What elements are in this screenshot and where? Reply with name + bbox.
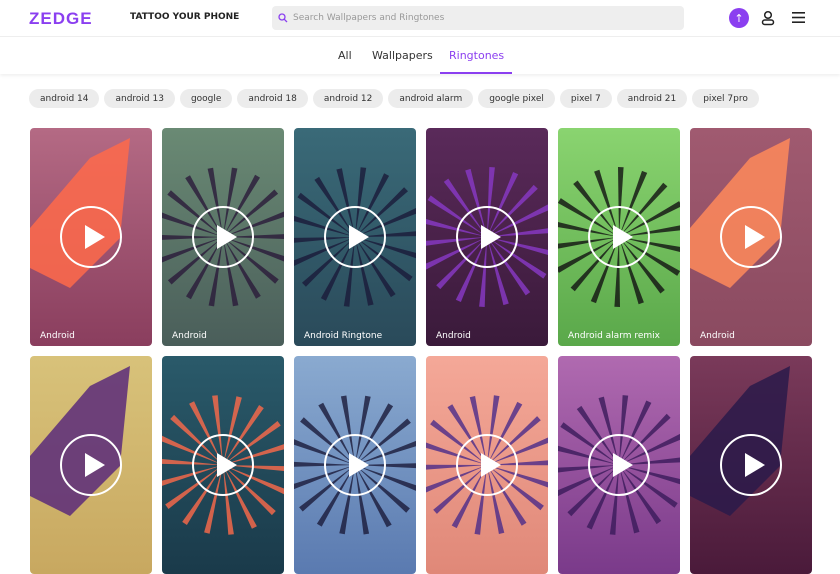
tagline: TATTOO YOUR PHONE [130,12,240,22]
arrow-up-icon: ↑ [734,11,744,25]
ringtone-grid: Android Android Android Ringtone Android… [30,128,812,574]
tag-chip[interactable]: google [179,89,233,108]
tag-chip[interactable]: pixel 7 [559,89,612,108]
ringtone-card[interactable]: Android [426,128,548,346]
tag-chip[interactable]: android 18 [237,89,308,108]
tag-chip[interactable]: android alarm [388,89,474,108]
tag-chip[interactable]: google pixel [478,89,555,108]
card-title: Android [172,331,207,341]
play-button[interactable] [720,206,782,268]
card-title: Android [700,331,735,341]
play-button[interactable] [192,434,254,496]
play-button[interactable] [324,434,386,496]
play-button[interactable] [456,434,518,496]
tab-all[interactable]: All [338,49,352,62]
play-button[interactable] [192,206,254,268]
category-tabs: All Wallpapers Ringtones [0,37,840,74]
play-button[interactable] [60,206,122,268]
tag-chips: android 14 android 13 google android 18 andr… [29,89,759,108]
tab-ringtones[interactable]: Ringtones [449,49,504,62]
tag-chip[interactable]: pixel 7pro [692,89,759,108]
search-icon [278,13,288,23]
play-button[interactable] [720,434,782,496]
play-button[interactable] [588,206,650,268]
ringtone-card[interactable] [690,356,812,574]
upload-button[interactable]: ↑ [729,8,749,28]
tag-chip[interactable]: android 13 [104,89,175,108]
tag-chip[interactable]: android 21 [616,89,688,108]
zedge-logo[interactable]: ZEDGE [29,9,93,29]
ringtone-card[interactable]: Android [162,128,284,346]
hamburger-menu-icon[interactable] [792,12,805,23]
tag-chip[interactable]: android 12 [312,89,384,108]
top-header: ZEDGE TATTOO YOUR PHONE Search Wallpaper… [0,0,840,37]
play-button[interactable] [456,206,518,268]
card-title: Android alarm remix [568,331,660,341]
play-button[interactable] [588,434,650,496]
tag-chip[interactable]: android 14 [29,89,100,108]
ringtone-card[interactable]: Android alarm remix [558,128,680,346]
play-button[interactable] [60,434,122,496]
user-icon[interactable] [761,10,775,26]
active-tab-indicator [440,72,512,74]
ringtone-card[interactable] [558,356,680,574]
search-placeholder: Search Wallpapers and Ringtones [293,13,445,23]
ringtone-card[interactable]: Android [30,128,152,346]
search-input[interactable]: Search Wallpapers and Ringtones [272,6,684,30]
ringtone-card[interactable] [294,356,416,574]
ringtone-card[interactable] [30,356,152,574]
play-button[interactable] [324,206,386,268]
ringtone-card[interactable]: Android [690,128,812,346]
ringtone-card[interactable] [426,356,548,574]
ringtone-card[interactable]: Android Ringtone [294,128,416,346]
card-title: Android [436,331,471,341]
card-title: Android [40,331,75,341]
tab-wallpapers[interactable]: Wallpapers [372,49,433,62]
ringtone-card[interactable] [162,356,284,574]
card-title: Android Ringtone [304,331,383,341]
